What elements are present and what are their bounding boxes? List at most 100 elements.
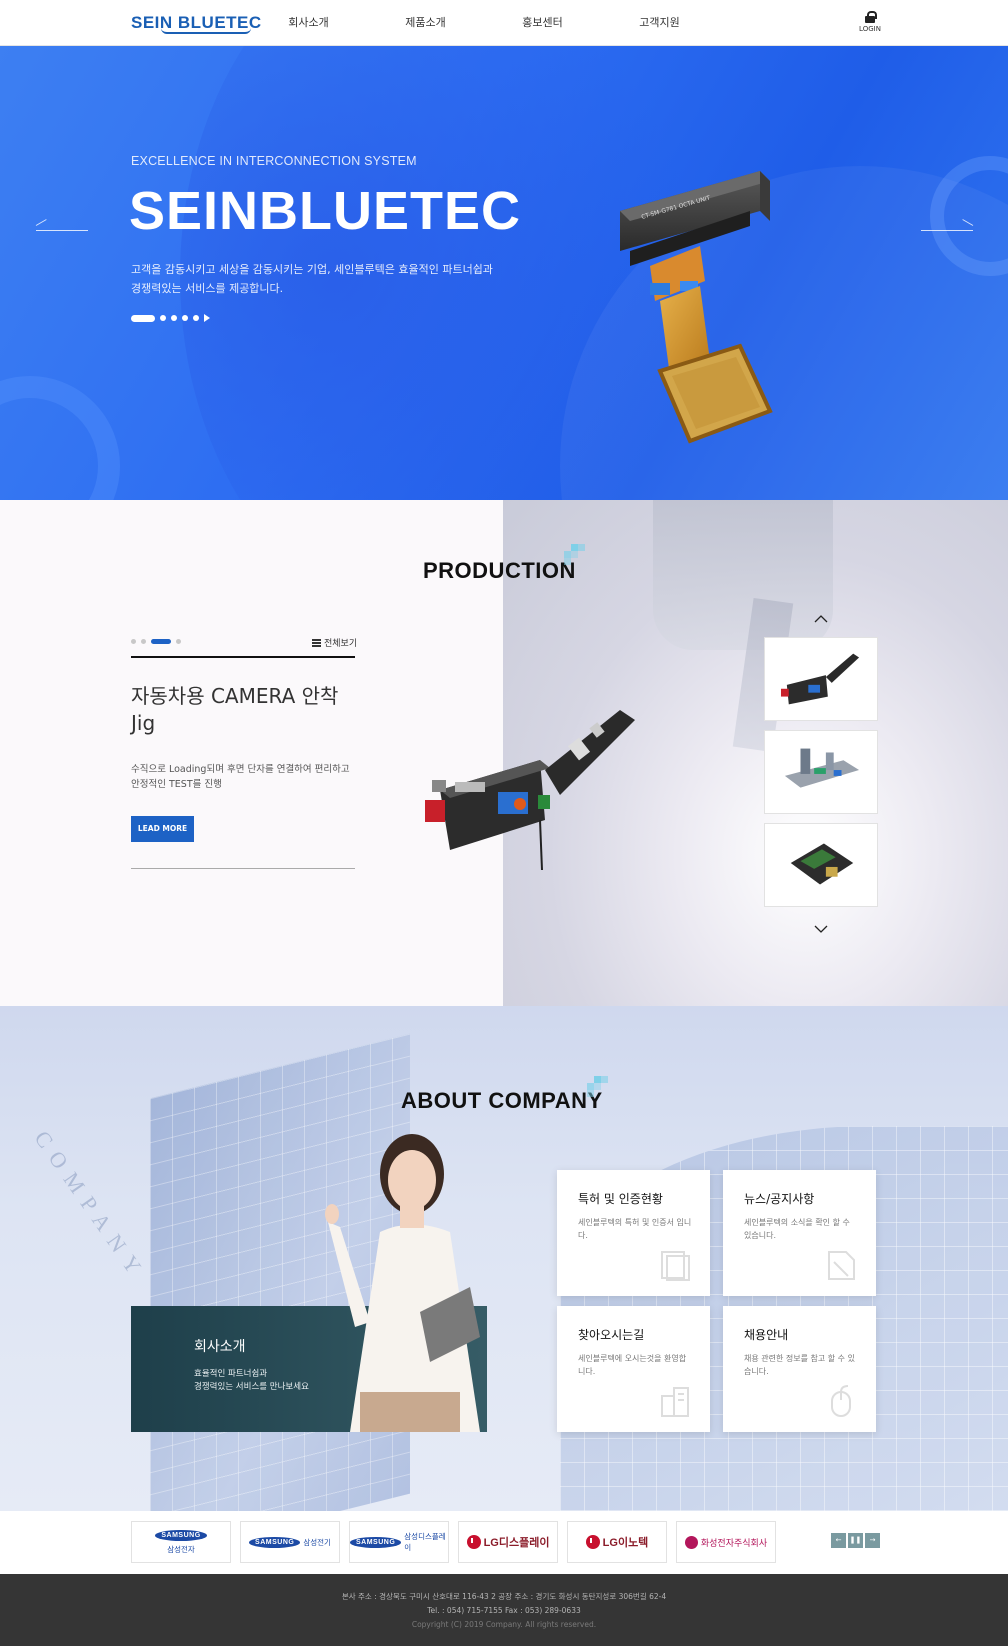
hero-title: SEINBLUETEC <box>129 181 522 241</box>
test-fixture-thumbnail-image <box>784 748 860 788</box>
nav-item-products[interactable]: 제품소개 <box>367 0 484 46</box>
news-icon <box>828 1251 855 1280</box>
partner-name: 삼성전자 <box>167 1544 195 1554</box>
production-section-title: PRODUCTION <box>423 558 576 583</box>
hero-slide-indicator <box>131 314 210 322</box>
hs-logo-icon <box>684 1535 698 1549</box>
list-icon <box>312 639 321 647</box>
partner-name: LG이노텍 <box>602 1537 649 1549</box>
lock-icon <box>865 11 877 23</box>
tile-recruit[interactable]: 채용안내 채용 관련한 정보를 참고 할 수 있습니다. <box>723 1306 876 1432</box>
hero-description-line: 경쟁력있는 서비스를 제공합니다. <box>131 282 284 295</box>
partner-logo[interactable]: SAMSUNG 삼성디스플레이 <box>349 1521 449 1563</box>
hero-description-line: 고객을 감동시키고 세상을 감동시키는 기업, 세인블루텍은 효율적인 파트너쉽… <box>131 263 493 276</box>
partner-name: LG디스플레이 <box>483 1537 550 1549</box>
hero-kicker: EXCELLENCE IN INTERCONNECTION SYSTEM <box>131 154 417 168</box>
production-section: PRODUCTION 전체보기 자동차용 CAMERA 안착 Jig 수직으로 … <box>0 500 1008 1006</box>
nav-item-company[interactable]: 회사소개 <box>250 0 367 46</box>
company-card-title: 회사소개 <box>194 1339 246 1355</box>
partner-name: 화성전자주식회사 <box>700 1538 768 1549</box>
hero-slide-dot[interactable] <box>160 315 166 321</box>
partner-logo[interactable]: LG디스플레이 <box>458 1521 558 1563</box>
tile-description: 세인블루텍의 특허 및 인증서 입니다. <box>578 1218 692 1240</box>
pixel-decoration <box>587 1076 609 1098</box>
product-thumbnail[interactable] <box>764 637 878 721</box>
hero-description: 고객을 감동시키고 세상을 감동시키는 기업, 세인블루텍은 효율적인 파트너쉽… <box>131 260 511 298</box>
production-slide-dot[interactable] <box>141 639 146 644</box>
view-all-link[interactable]: 전체보기 <box>312 636 357 649</box>
chevron-down-icon[interactable] <box>814 922 828 936</box>
main-nav: 회사소개 제품소개 홍보센터 고객지원 <box>250 0 718 46</box>
pixel-decoration <box>564 544 586 566</box>
partners-pause-icon[interactable]: ❚❚ <box>848 1533 863 1548</box>
nav-item-pr-center[interactable]: 홍보센터 <box>484 0 601 46</box>
hero-next-arrow-icon[interactable] <box>921 230 973 231</box>
lead-more-button[interactable]: LEAD MORE <box>131 816 194 842</box>
building-icon <box>661 1387 689 1417</box>
about-section-title: ABOUT COMPANY <box>401 1088 603 1113</box>
product-thumbnail[interactable] <box>764 730 878 814</box>
hero-play-icon[interactable] <box>204 314 210 322</box>
samsung-logo: SAMSUNG <box>155 1529 207 1541</box>
pcb-socket-thumbnail-image <box>790 843 854 885</box>
tile-title: 뉴스/공지사항 <box>744 1192 815 1206</box>
tile-news[interactable]: 뉴스/공지사항 세인블루텍의 소식을 확인 할 수 있습니다. <box>723 1170 876 1296</box>
camera-jig-thumbnail-image <box>780 653 860 705</box>
view-all-label: 전체보기 <box>324 639 358 649</box>
product-title: 자동차용 CAMERA 안착 Jig <box>131 684 339 735</box>
production-slide-dot[interactable] <box>176 639 181 644</box>
partner-logo[interactable]: LG이노텍 <box>567 1521 667 1563</box>
tile-title: 채용안내 <box>744 1328 789 1342</box>
hero-slide-dot[interactable] <box>193 315 199 321</box>
partners-next-icon[interactable]: → <box>865 1533 880 1548</box>
login-button[interactable]: LOGIN <box>855 11 885 33</box>
company-arc-text: COMPANY <box>29 1126 153 1287</box>
partner-logo[interactable]: 화성전자주식회사 <box>676 1521 776 1563</box>
tile-description: 세인블루텍에 오시는것을 환영합니다. <box>578 1354 687 1376</box>
about-section: COMPANY ABOUT COMPANY 회사소개 효율적인 파트너쉽과 경쟁… <box>0 1006 1008 1511</box>
site-header: SEIN BLUETEC 회사소개 제품소개 홍보센터 고객지원 LOGIN <box>0 0 1008 46</box>
site-footer: 본사 주소 : 경상북도 구미시 산호대로 116-43 2 공장 주소 : 경… <box>0 1574 1008 1646</box>
camera-jig-image <box>425 710 635 871</box>
tile-title: 특허 및 인증현황 <box>578 1192 663 1206</box>
partners-bar: SAMSUNG 삼성전자 SAMSUNG 삼성전기 SAMSUNG 삼성디스플레… <box>0 1511 1008 1574</box>
samsung-logo: SAMSUNG <box>249 1536 301 1548</box>
production-slide-dot-active[interactable] <box>151 639 171 644</box>
document-icon <box>661 1251 690 1281</box>
tile-description: 세인블루텍의 소식을 확인 할 수 있습니다. <box>744 1218 850 1240</box>
footer-contact: Tel. : 054) 715-7155 Fax : 053) 289-0633 <box>427 1606 581 1615</box>
footer-copyright: Copyright (C) 2019 Company. All rights r… <box>411 1620 597 1629</box>
hero-slide-dot-active[interactable] <box>131 314 155 322</box>
partner-name: 삼성전기 <box>303 1537 331 1547</box>
partner-logo[interactable]: SAMSUNG 삼성전자 <box>131 1521 231 1563</box>
logo-swoosh <box>161 28 251 34</box>
partner-logo[interactable]: SAMSUNG 삼성전기 <box>240 1521 340 1563</box>
site-logo[interactable]: SEIN BLUETEC <box>131 13 262 34</box>
lg-logo-icon <box>466 1535 481 1549</box>
footer-address: 본사 주소 : 경상북도 구미시 산호대로 116-43 2 공장 주소 : 경… <box>341 1592 667 1601</box>
hero-banner: EXCELLENCE IN INTERCONNECTION SYSTEM SEI… <box>0 46 1008 500</box>
divider <box>131 868 355 869</box>
tile-title: 찾아오시는길 <box>578 1328 645 1342</box>
lg-logo-icon <box>585 1535 600 1549</box>
divider <box>131 656 355 658</box>
tile-patents[interactable]: 특허 및 인증현황 세인블루텍의 특허 및 인증서 입니다. <box>557 1170 710 1296</box>
tile-description: 채용 관련한 정보를 참고 할 수 있습니다. <box>744 1354 855 1376</box>
tile-directions[interactable]: 찾아오시는길 세인블루텍에 오시는것을 환영합니다. <box>557 1306 710 1432</box>
hero-prev-arrow-icon[interactable] <box>36 230 88 231</box>
hero-slide-dot[interactable] <box>171 315 177 321</box>
production-slide-dot[interactable] <box>131 639 136 644</box>
partner-name: 삼성디스플레이 <box>404 1532 446 1552</box>
production-slide-indicator <box>131 639 181 644</box>
samsung-logo: SAMSUNG <box>350 1536 402 1548</box>
hero-slide-dot[interactable] <box>182 315 188 321</box>
hero-ring-decoration <box>0 376 120 500</box>
woman-with-tablet-photo <box>325 1134 480 1432</box>
product-description: 수직으로 Loading되며 후면 단자를 연결하여 편리하고 안정적인 TES… <box>131 764 350 790</box>
partners-prev-icon[interactable]: ← <box>831 1533 846 1548</box>
mouse-icon <box>831 1385 851 1417</box>
nav-item-support[interactable]: 고객지원 <box>601 0 718 46</box>
chevron-up-icon[interactable] <box>814 612 828 626</box>
product-thumbnail[interactable] <box>764 823 878 907</box>
machine-shape <box>653 500 833 650</box>
